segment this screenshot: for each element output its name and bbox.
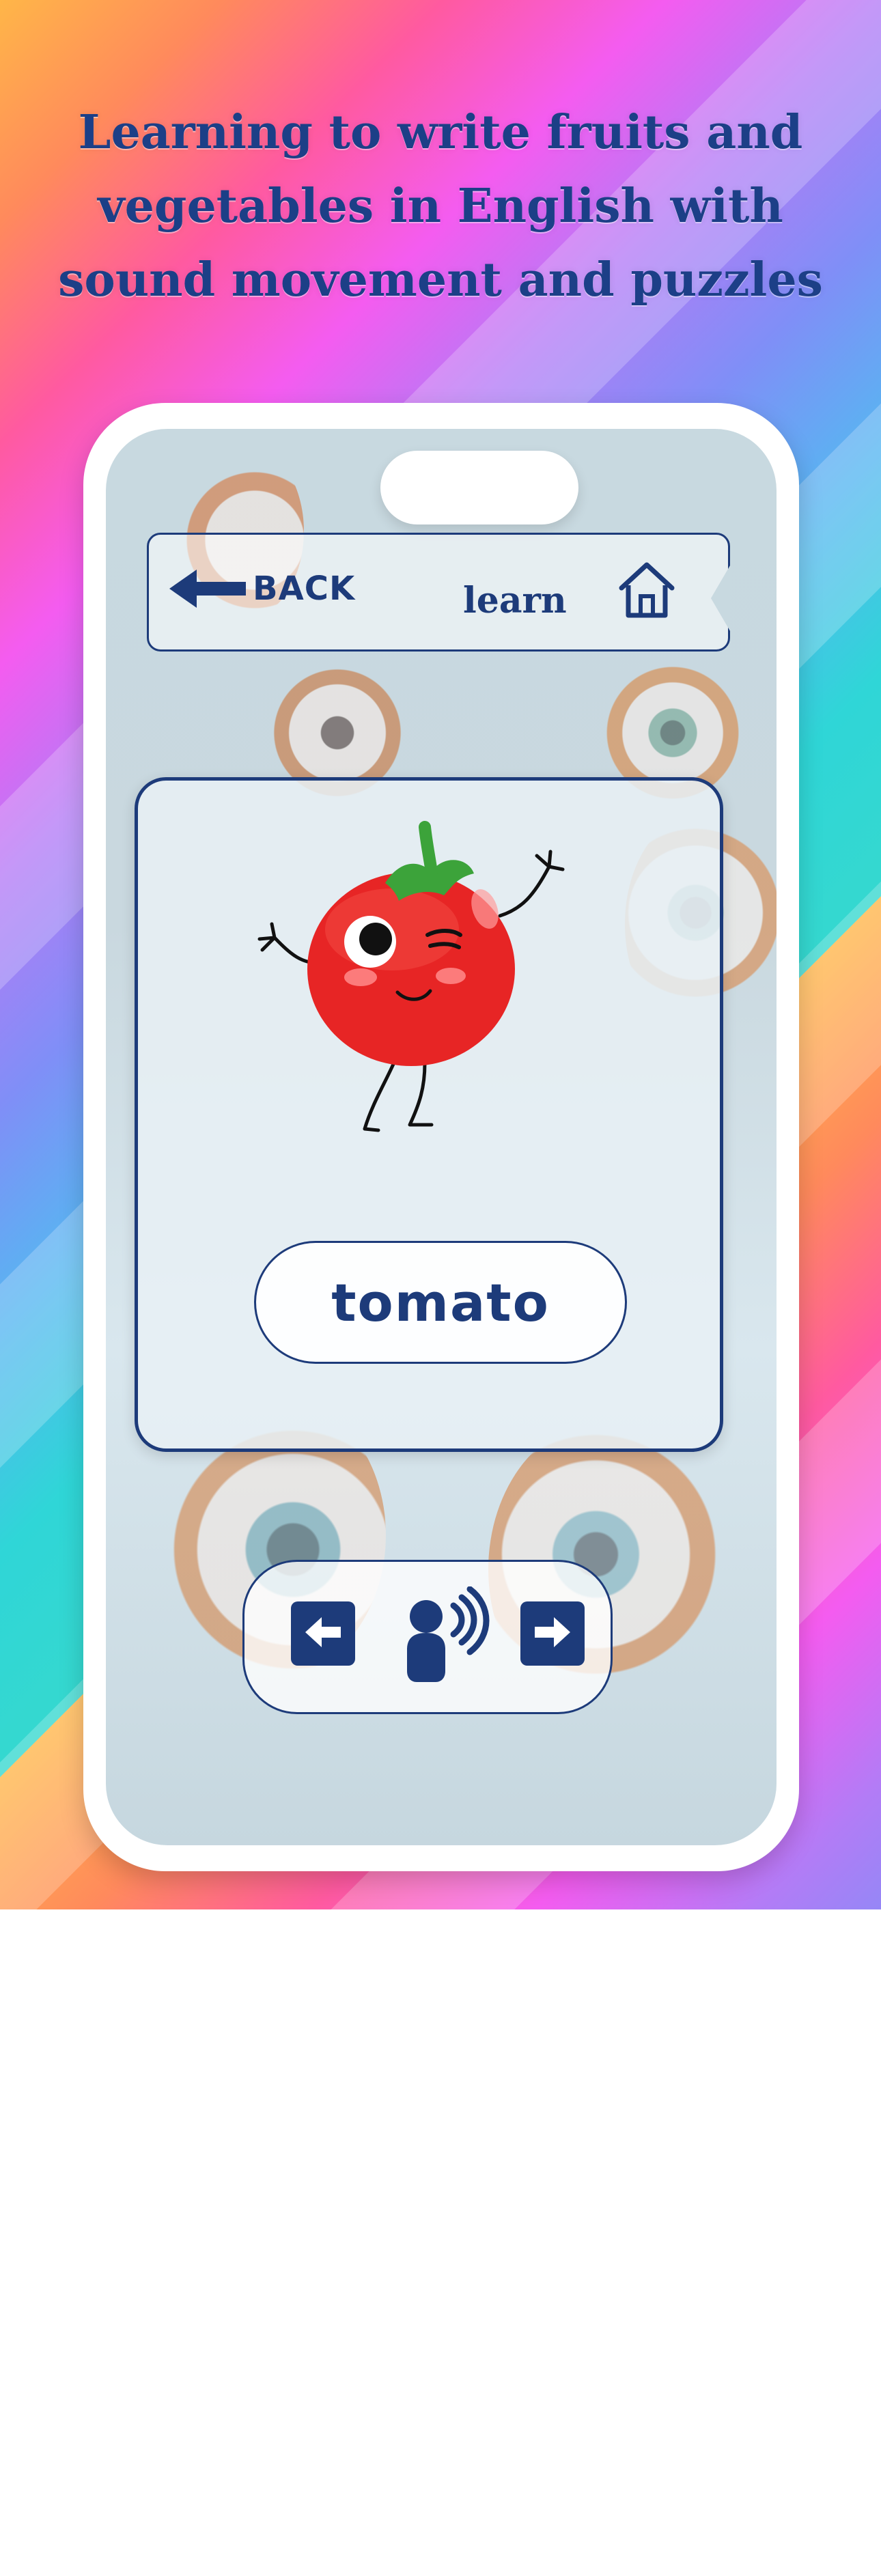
- back-label: BACK: [253, 570, 356, 608]
- top-navigation-bar: BACK learn: [147, 533, 730, 652]
- phone-frame: BACK learn tomato: [83, 403, 799, 1871]
- back-button[interactable]: BACK: [169, 561, 354, 617]
- screen-title: learn: [463, 580, 567, 621]
- word-text: tomato: [331, 1272, 550, 1333]
- ribbon-notch: [711, 565, 730, 631]
- back-arrow-icon: [169, 564, 246, 613]
- headline-line-2: vegetables in English with: [98, 179, 783, 234]
- speak-button[interactable]: [395, 1586, 490, 1689]
- next-button[interactable]: [520, 1601, 585, 1666]
- word-label[interactable]: tomato: [254, 1241, 627, 1364]
- bottom-controls: [242, 1560, 613, 1714]
- promo-headline: Learning to write fruits and vegetables …: [41, 96, 840, 317]
- phone-notch: [380, 451, 578, 524]
- tomato-character-illustration: [227, 793, 609, 1148]
- arrow-right-icon: [531, 1610, 574, 1657]
- home-icon[interactable]: [615, 558, 679, 622]
- arrow-left-icon: [301, 1610, 345, 1657]
- speaking-person-icon: [395, 1586, 490, 1692]
- headline-line-3: sound movement and puzzles: [58, 253, 823, 307]
- app-screen: BACK learn tomato: [106, 429, 777, 1845]
- headline-line-1: Learning to write fruits and: [78, 105, 803, 160]
- previous-button[interactable]: [291, 1601, 355, 1666]
- word-card: tomato: [135, 777, 723, 1452]
